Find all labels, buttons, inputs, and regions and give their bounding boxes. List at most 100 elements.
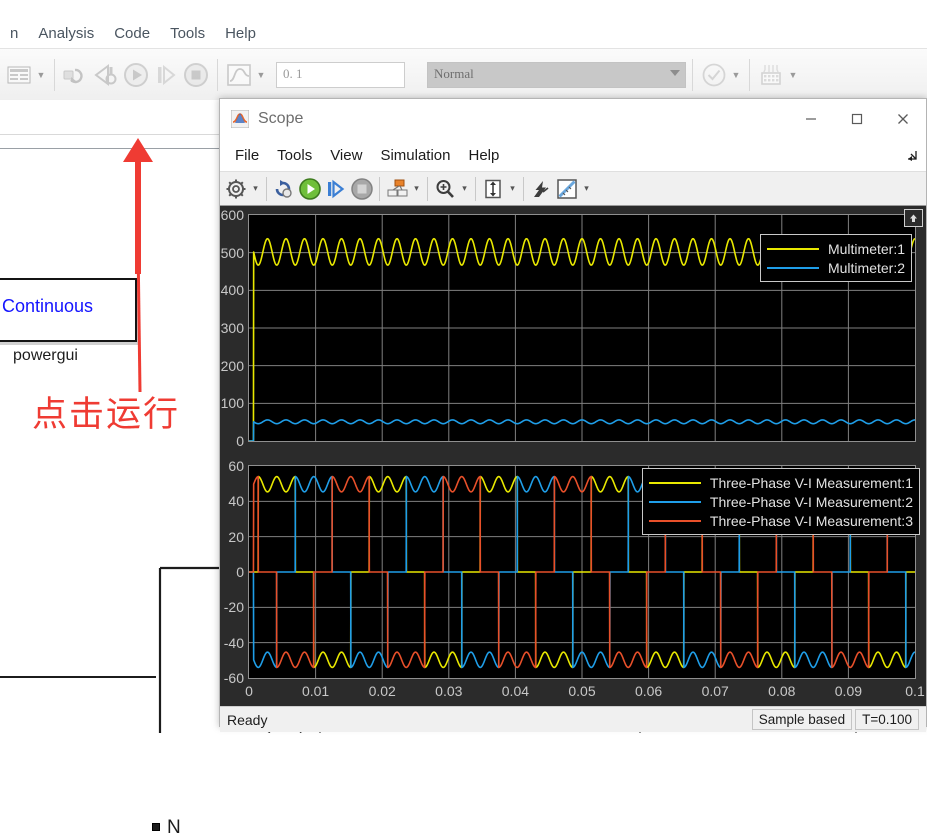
step-forward-icon[interactable] [151, 60, 181, 90]
lower-plot-legend[interactable]: Three-Phase V-I Measurement:1 Three-Phase… [641, 468, 920, 535]
legend-line-swatch [648, 500, 701, 503]
stop-icon[interactable] [181, 60, 211, 90]
simulink-menu-item-help[interactable]: Help [215, 23, 266, 44]
upper-plot[interactable]: 0 100 200 300 400 500 600 Multimeter:1 Multimet… [220, 206, 926, 457]
y-tick-label: 60 [228, 458, 244, 474]
style-icon[interactable] [528, 176, 554, 202]
model-explorer-icon[interactable] [4, 60, 34, 90]
refresh-model-icon[interactable] [61, 60, 91, 90]
toolbar-divider-4 [749, 59, 750, 91]
maximize-icon [851, 113, 863, 125]
legend-label: Multimeter:2 [827, 259, 905, 276]
simulink-menu-item-analysis[interactable]: Analysis [28, 23, 104, 44]
x-tick-label: 0.09 [834, 683, 863, 699]
terminal-label-n: N [167, 817, 181, 838]
simulink-menu-item-tools[interactable]: Tools [160, 23, 215, 44]
frame-mode-cell: Sample based [751, 709, 853, 730]
x-tick-label: 0 [245, 683, 253, 699]
legend-item[interactable]: Multimeter:2 [766, 258, 905, 277]
legend-label: Three-Phase V-I Measurement:1 [709, 474, 913, 491]
play-icon[interactable] [121, 60, 151, 90]
close-icon [898, 114, 908, 124]
chevron-down-icon-config[interactable]: ▾ [249, 176, 262, 202]
stop-icon[interactable] [349, 176, 375, 202]
gear-icon[interactable] [223, 176, 249, 202]
scope-toolbar-divider-3 [427, 176, 428, 201]
scope-wave-icon[interactable] [224, 60, 254, 90]
minimize-button[interactable] [788, 99, 834, 139]
layout-icon[interactable] [384, 176, 410, 202]
expand-arrow-icon[interactable] [904, 148, 918, 162]
run-annotation-text: 点击运行 [32, 395, 181, 435]
scope-menu-item-file[interactable]: File [226, 145, 268, 166]
simulation-mode-select[interactable]: Normal [427, 62, 686, 88]
simulation-mode-value: Normal [434, 66, 474, 81]
x-tick-label: 0.1 [905, 683, 925, 699]
legend-item[interactable]: Multimeter:1 [766, 239, 905, 258]
y-tick-label: 400 [220, 282, 244, 299]
chevron-down-icon-check[interactable]: ▼ [729, 60, 743, 90]
play-icon[interactable] [297, 176, 323, 202]
chevron-down-icon-measurements[interactable]: ▾ [580, 176, 593, 202]
autoscale-icon[interactable] [480, 176, 506, 202]
y-tick-label: 0 [236, 433, 244, 449]
chevron-down-icon-autoscale[interactable]: ▾ [506, 176, 519, 202]
step-back-icon[interactable] [91, 60, 121, 90]
scope-menu-item-simulation[interactable]: Simulation [371, 145, 459, 166]
scope-plot-area[interactable]: 0 100 200 300 400 500 600 Multimeter:1 Multimet… [220, 206, 926, 706]
x-tick-label: 0.03 [435, 683, 463, 699]
stop-time-input[interactable]: 0. 1 [276, 62, 405, 88]
scope-menu-item-help[interactable]: Help [460, 145, 509, 166]
chevron-down-icon-zoom[interactable]: ▾ [458, 176, 471, 202]
status-text: Ready [227, 711, 268, 728]
refresh-model-icon[interactable] [271, 176, 297, 202]
sim-time-cell: T=0.100 [855, 709, 919, 730]
scope-window[interactable]: Scope File Tools View Simulation Help ▾ [219, 98, 927, 732]
chevron-down-icon-sim-mode [670, 70, 680, 76]
terminal-port-dot [152, 823, 160, 831]
y-tick-label: 200 [220, 357, 244, 374]
y-tick-label: 100 [220, 395, 244, 412]
build-icon[interactable] [756, 60, 786, 90]
step-forward-icon[interactable] [323, 176, 349, 202]
y-tick-label: 300 [220, 320, 244, 336]
y-tick-label: -60 [223, 670, 244, 686]
x-tick-label: 0.04 [501, 683, 530, 699]
check-circle-icon[interactable] [699, 60, 729, 90]
zoom-in-icon[interactable] [432, 176, 458, 202]
y-tick-label: -40 [223, 634, 244, 651]
close-button[interactable] [880, 99, 926, 139]
scope-toolbar-divider [266, 176, 267, 201]
legend-item[interactable]: Three-Phase V-I Measurement:1 [648, 473, 913, 492]
scope-toolbar-divider-4 [475, 176, 476, 201]
lower-plot[interactable]: -60 -40 -20 0 20 40 60 0 0.01 0.02 0.03 0.04 0.05 0.… [220, 457, 926, 706]
chevron-down-icon-build[interactable]: ▼ [786, 60, 800, 90]
legend-item[interactable]: Three-Phase V-I Measurement:2 [648, 492, 913, 511]
scope-window-title: Scope [258, 110, 304, 127]
y-tick-label: 600 [220, 207, 244, 223]
legend-item[interactable]: Three-Phase V-I Measurement:3 [648, 511, 913, 530]
upper-plot-legend[interactable]: Multimeter:1 Multimeter:2 [759, 234, 912, 282]
y-tick-label: 20 [228, 528, 244, 545]
x-tick-label: 0.06 [634, 683, 663, 699]
y-tick-label: -20 [223, 599, 244, 616]
chevron-down-icon-model-explorer[interactable]: ▼ [34, 60, 48, 90]
simulink-menu-item-n[interactable]: n [0, 23, 28, 44]
scope-statusbar: Ready Sample based T=0.100 [220, 706, 926, 732]
legend-label: Multimeter:1 [827, 240, 905, 257]
legend-line-swatch [766, 266, 819, 269]
chevron-down-icon-layout[interactable]: ▾ [410, 176, 423, 202]
scope-menu-item-tools[interactable]: Tools [268, 145, 321, 166]
scope-menu-item-view[interactable]: View [321, 145, 371, 166]
minimize-icon [806, 118, 816, 120]
ruler-icon[interactable] [554, 176, 580, 202]
x-tick-label: 0.08 [768, 683, 796, 699]
maximize-button[interactable] [834, 99, 880, 139]
simulink-menu-item-code[interactable]: Code [104, 23, 160, 44]
y-tick-label: 500 [220, 244, 244, 261]
pin-icon[interactable] [904, 209, 923, 227]
chevron-down-icon-data-inspector[interactable]: ▼ [254, 60, 268, 90]
circuit-wire-fragment [0, 566, 222, 733]
red-arrow-annotation [123, 138, 153, 392]
scope-titlebar[interactable]: Scope [220, 99, 926, 140]
